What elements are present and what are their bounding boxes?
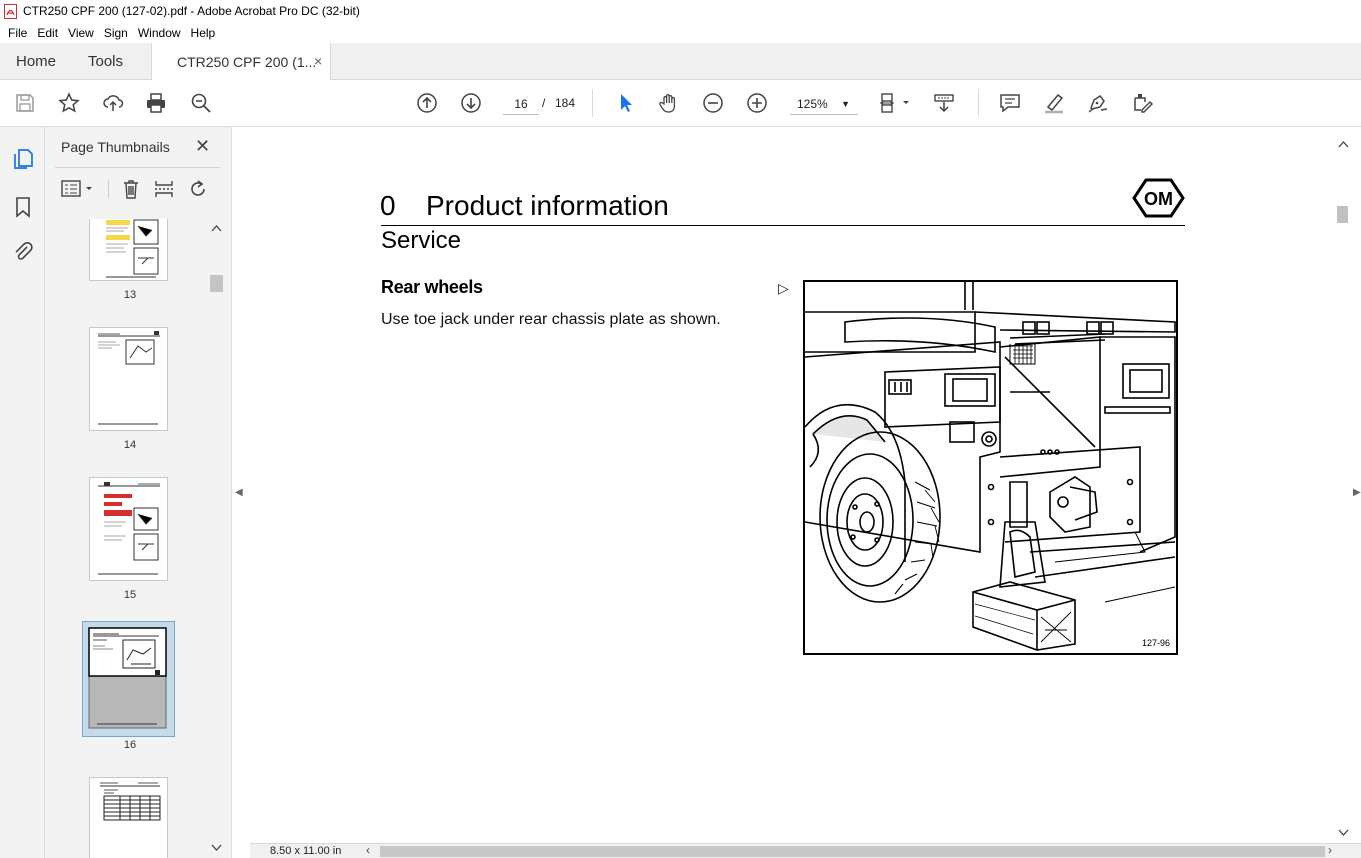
subsection-title: Service	[381, 227, 462, 254]
figure-number: 127-96	[1141, 638, 1170, 648]
scrollbar-thumb[interactable]	[1337, 206, 1348, 223]
panel-close-icon[interactable]: ✕	[195, 136, 210, 157]
header-rule	[381, 225, 1185, 226]
zoom-level-value: 125%	[797, 97, 828, 111]
document-vertical-scrollbar[interactable]	[1335, 127, 1352, 843]
logo-text: OM	[1144, 189, 1173, 209]
thumbnail-label: 16	[123, 739, 137, 751]
thumbnail-options-icon[interactable]	[60, 178, 96, 200]
delete-page-icon[interactable]	[120, 178, 142, 200]
heading-rear-wheels: Rear wheels	[381, 277, 483, 297]
section-title: Product information	[426, 190, 669, 221]
horizontal-scrollbar-thumb[interactable]	[380, 846, 1325, 857]
menu-help[interactable]: Help	[191, 26, 216, 40]
status-bar: 8.50 x 11.00 in ‹ ›	[250, 843, 1361, 858]
zoom-level-select[interactable]: 125% ▼	[790, 93, 858, 115]
panel-divider	[55, 167, 220, 168]
thumbnail-list: 13 14 15 16	[45, 219, 215, 858]
menu-edit[interactable]: Edit	[37, 26, 58, 40]
thumbnail-page-15[interactable]	[89, 477, 168, 581]
hand-tool-icon[interactable]	[656, 91, 682, 115]
page-number-input[interactable]: 16	[503, 93, 539, 115]
figure-pointer-icon: ▷	[778, 280, 789, 296]
menu-file[interactable]: File	[8, 26, 27, 40]
body-text: Use toe jack under rear chassis plate as…	[381, 311, 721, 328]
tab-bar: Home Tools CTR250 CPF 200 (1... ×	[0, 43, 1361, 80]
thumbnail-page-16-selected[interactable]	[82, 621, 175, 737]
menu-sign[interactable]: Sign	[104, 26, 128, 40]
zoom-out-icon[interactable]	[700, 91, 726, 115]
acrobat-app-icon	[4, 3, 17, 19]
rotate-page-icon[interactable]	[187, 178, 209, 200]
thumbnail-page-14[interactable]	[89, 327, 168, 431]
tab-home[interactable]: Home	[16, 53, 56, 70]
main-toolbar: 16 / 184 125% ▼	[0, 80, 1361, 127]
thumbnail-label: 13	[123, 289, 137, 301]
chevron-down-icon: ▼	[841, 99, 850, 109]
print-icon[interactable]	[143, 91, 169, 115]
panel-tool-divider	[108, 180, 109, 198]
page-thumbnails-panel: Page Thumbnails ✕ 13 14 15 16	[45, 127, 232, 858]
thumbnail-page-17[interactable]	[89, 777, 168, 858]
attachments-icon[interactable]	[11, 240, 35, 264]
scroll-left-icon[interactable]: ‹	[366, 843, 370, 857]
page-total: 184	[555, 96, 576, 110]
window-titlebar: CTR250 CPF 200 (127-02).pdf - Adobe Acro…	[0, 0, 1361, 22]
draw-sign-icon[interactable]	[1085, 91, 1111, 115]
tab-tools[interactable]: Tools	[88, 53, 123, 70]
menu-bar: File Edit View Sign Window Help	[0, 22, 1361, 43]
highlight-pen-icon[interactable]	[1041, 91, 1067, 115]
panel-title: Page Thumbnails	[61, 139, 170, 155]
scrollbar-arrows	[1338, 141, 1349, 836]
page-thumbnail-image	[98, 482, 160, 575]
page-thumbnail-image	[100, 782, 161, 821]
bookmark-star-icon[interactable]	[56, 91, 82, 115]
menu-window[interactable]: Window	[138, 26, 181, 40]
illustration-rear-wheel-jack: 127-96	[803, 280, 1178, 655]
toolbar-divider	[592, 89, 593, 117]
vehicle-jack-drawing	[805, 282, 1176, 651]
window-title: CTR250 CPF 200 (127-02).pdf - Adobe Acro…	[23, 4, 360, 18]
page-thumbnails-icon[interactable]	[11, 147, 35, 171]
find-zoom-icon[interactable]	[188, 91, 214, 115]
thumbnail-scrollbar[interactable]	[209, 219, 224, 858]
thumbnail-page-13[interactable]	[89, 219, 168, 281]
next-page-icon[interactable]	[458, 91, 484, 115]
page-thumbnail-image	[98, 331, 160, 425]
comment-icon[interactable]	[997, 91, 1023, 115]
page-separator: /	[542, 96, 546, 110]
left-navigation-rail	[0, 127, 45, 858]
tab-close-icon[interactable]: ×	[314, 53, 322, 69]
select-cursor-icon[interactable]	[612, 91, 638, 115]
page-fit-icon[interactable]	[876, 91, 914, 115]
thumbnail-label: 15	[123, 589, 137, 601]
page-thumbnail-image	[88, 627, 167, 729]
scroll-right-icon[interactable]: ›	[1328, 843, 1332, 857]
tab-document[interactable]: CTR250 CPF 200 (1... ×	[151, 43, 331, 80]
menu-view[interactable]: View	[68, 26, 94, 40]
scrolling-mode-icon[interactable]	[931, 91, 957, 115]
extract-pages-icon[interactable]	[153, 178, 175, 200]
tab-document-label: CTR250 CPF 200 (1...	[177, 54, 317, 70]
thumbnail-label: 14	[123, 439, 137, 451]
page-thumbnail-image	[106, 219, 159, 278]
page-size-readout: 8.50 x 11.00 in	[270, 845, 342, 857]
section-number: 0	[380, 190, 396, 221]
previous-page-icon[interactable]	[414, 91, 440, 115]
expand-right-panel-icon[interactable]: ▶	[1353, 487, 1361, 498]
fill-sign-icon[interactable]	[1129, 91, 1155, 115]
collapse-left-panel-icon[interactable]: ◀	[235, 487, 243, 498]
save-icon[interactable]	[12, 91, 38, 115]
om-logo: OM	[1132, 178, 1185, 218]
toolbar-divider	[978, 89, 979, 117]
bookmarks-icon[interactable]	[11, 195, 35, 219]
zoom-in-icon[interactable]	[744, 91, 770, 115]
share-upload-icon[interactable]	[100, 91, 126, 115]
